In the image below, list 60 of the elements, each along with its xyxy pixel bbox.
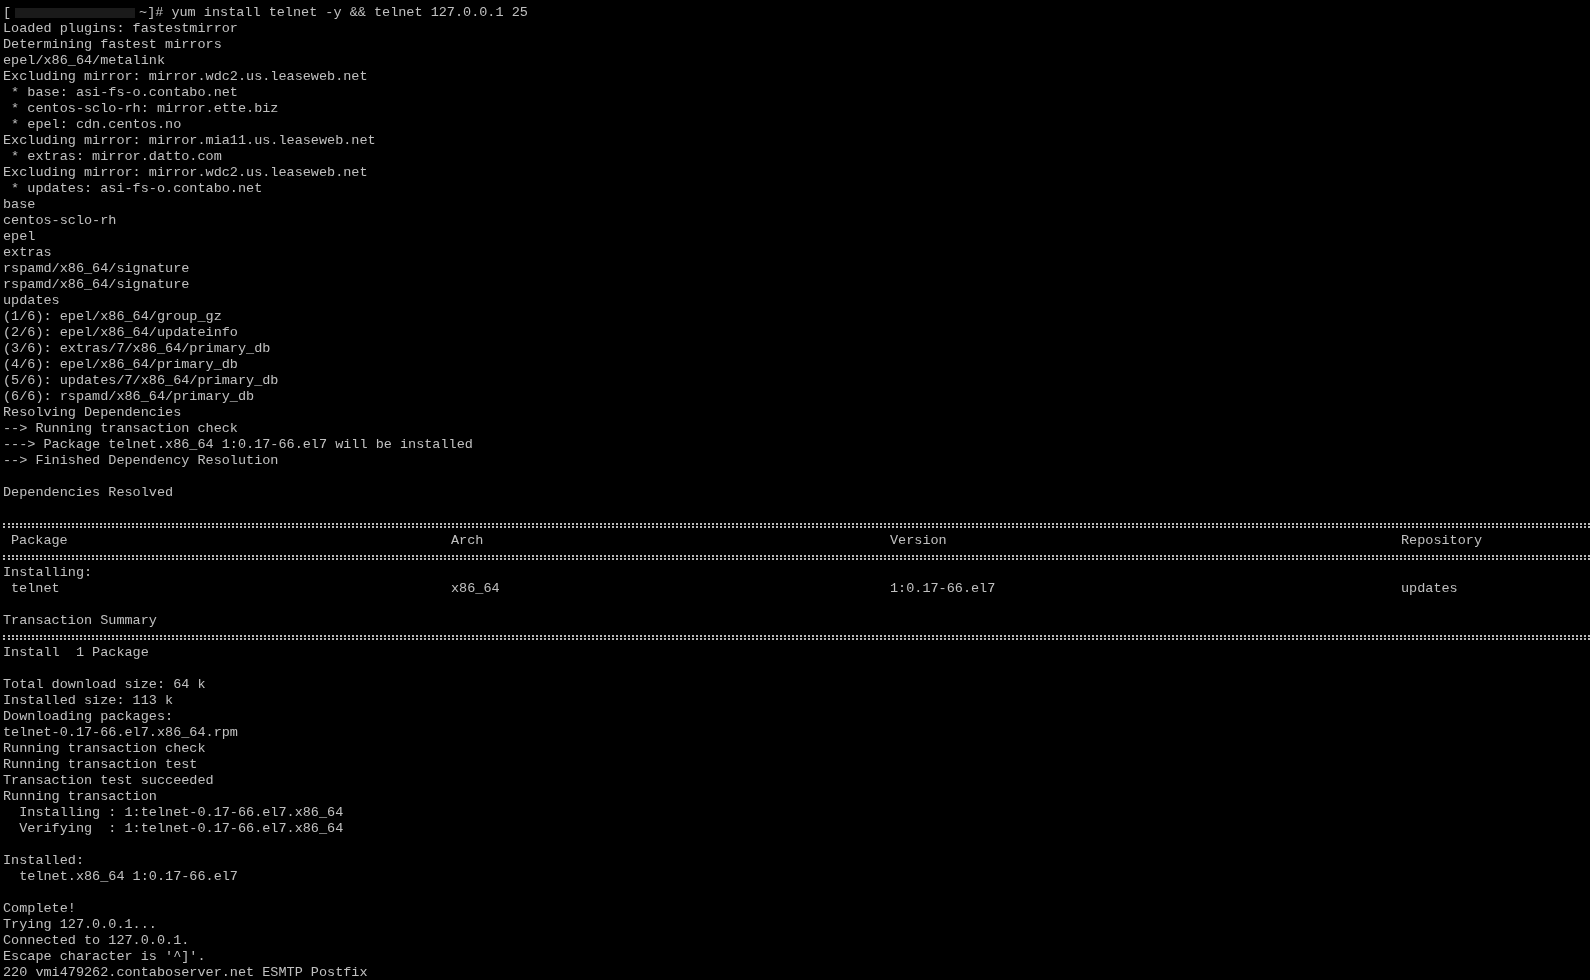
output-line: * updates: asi-fs-o.contabo.net [10, 181, 263, 197]
output-line: Excluding mirror: mirror.mia11.us.leaseweb.net [3, 133, 376, 149]
output-line: Loaded plugins: fastestmirror [3, 21, 238, 37]
output-line: Running transaction [3, 789, 157, 805]
output-line: 220 vmi479262.contaboserver.net ESMTP Postfix [3, 965, 368, 980]
output-line: Connected to 127.0.0.1. [3, 933, 190, 949]
table-cell-text: Package [10, 533, 68, 549]
output-line: * epel: cdn.centos.no [10, 117, 182, 133]
output-line: --> Finished Dependency Resolution [3, 453, 279, 469]
output-line: (6/6): rspamd/x86_64/primary_db [3, 389, 255, 405]
command-text: yum install telnet -y && telnet 127.0.0.1 25 [171, 5, 528, 21]
output-line: * centos-sclo-rh: mirror.ette.biz [10, 101, 279, 117]
output-line: centos-sclo-rh [3, 213, 117, 229]
output-line: * extras: mirror.datto.com [10, 149, 222, 165]
prompt-path: ~]# [139, 5, 164, 21]
output-line: telnet.x86_64 1:0.17-66.el7 [18, 869, 238, 885]
table-cell: 1:0.17-66.el7 [890, 581, 996, 597]
table-cell: x86_64 [451, 581, 500, 597]
output-line: Installed: [3, 853, 84, 869]
output-line: extras [3, 245, 52, 261]
output-line: ---> Package telnet.x86_64 1:0.17-66.el7 will be installed [3, 437, 473, 453]
output-line: Escape character is '^]'. [3, 949, 206, 965]
output-line: rspamd/x86_64/signature [3, 261, 190, 277]
output-line: Install 1 Package [3, 645, 149, 661]
output-line: Installed size: 113 k [3, 693, 174, 709]
output-line: * base: asi-fs-o.contabo.net [10, 85, 238, 101]
output-line: Resolving Dependencies [3, 405, 182, 421]
output-line: Transaction Summary [3, 613, 157, 629]
output-line: Excluding mirror: mirror.wdc2.us.leaseweb.net [3, 69, 368, 85]
table-cell: updates [1401, 581, 1458, 597]
output-line: Determining fastest mirrors [3, 37, 222, 53]
output-line: (5/6): updates/7/x86_64/primary_db [3, 373, 279, 389]
output-line: epel/x86_64/metalink [3, 53, 166, 69]
output-line: --> Running transaction check [3, 421, 238, 437]
table-cell: Repository [1401, 533, 1482, 549]
output-line: telnet-0.17-66.el7.x86_64.rpm [3, 725, 238, 741]
output-line: Downloading packages: [3, 709, 174, 725]
output-line: epel [3, 229, 36, 245]
output-line: Trying 127.0.0.1... [3, 917, 157, 933]
output-line: Total download size: 64 k [3, 677, 206, 693]
output-line: Dependencies Resolved [3, 485, 174, 501]
output-line: (4/6): epel/x86_64/primary_db [3, 357, 238, 373]
output-line: (2/6): epel/x86_64/updateinfo [3, 325, 238, 341]
output-line: Installing : 1:telnet-0.17-66.el7.x86_64 [18, 805, 344, 821]
output-line: Verifying : 1:telnet-0.17-66.el7.x86_64 [18, 821, 344, 837]
output-line: base [3, 197, 36, 213]
output-line: Running transaction test [3, 757, 198, 773]
table-cell: Version [890, 533, 947, 549]
output-line: Excluding mirror: mirror.wdc2.us.leaseweb.net [3, 165, 368, 181]
output-line: Complete! [3, 901, 76, 917]
output-line: Installing: [3, 565, 93, 581]
output-line: (1/6): epel/x86_64/group_gz [3, 309, 222, 325]
output-line: rspamd/x86_64/signature [3, 277, 190, 293]
output-line: (3/6): extras/7/x86_64/primary_db [3, 341, 271, 357]
output-line: Running transaction check [3, 741, 206, 757]
table-cell: Arch [451, 533, 484, 549]
output-line: updates [3, 293, 60, 309]
prompt-bracket: [ [3, 5, 12, 21]
output-line: Transaction test succeeded [3, 773, 214, 789]
table-cell-text: telnet [10, 581, 60, 597]
